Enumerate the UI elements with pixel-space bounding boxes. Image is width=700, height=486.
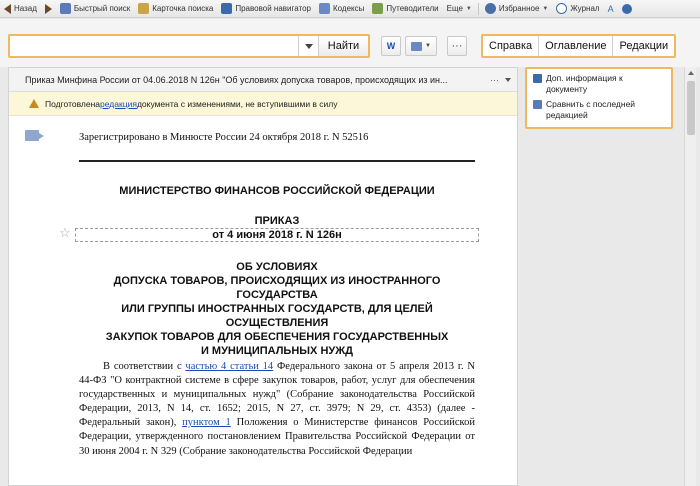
legal-navigator-icon [221, 3, 233, 14]
search-card-button[interactable]: Карточка поиска [134, 0, 217, 18]
help-button[interactable] [618, 0, 639, 18]
order-heading: ПРИКАЗ [254, 215, 300, 227]
forward-arrow-icon [44, 3, 52, 14]
chevron-down-icon: ▼ [465, 5, 472, 12]
tab-editions[interactable]: Редакции [613, 36, 674, 56]
registration-note: Зарегистрировано в Минюсте России 24 окт… [79, 132, 369, 143]
more-menu-button[interactable]: Еще ▼ [443, 0, 476, 18]
title-line: ДОПУСКА ТОВАРОВ, ПРОИСХОДЯЩИХ ИЗ ИНОСТРА… [113, 275, 441, 287]
main-toolbar: Назад Быстрый поиск Карточка поиска Прав… [0, 0, 700, 18]
document-divider [79, 160, 475, 162]
chevron-down-icon: ▼ [542, 5, 549, 12]
codes-icon [319, 3, 330, 14]
warning-icon [29, 99, 39, 108]
info-icon [533, 74, 542, 83]
chevron-down-icon [304, 43, 313, 49]
title-line: ОСУЩЕСТВЛЕНИЯ [225, 317, 329, 329]
clause-reference-link[interactable]: пунктом 1 [182, 417, 231, 428]
toolbar-divider [477, 2, 479, 15]
document-titlebar: Приказ Минфина России от 04.06.2018 N 12… [9, 68, 517, 92]
compare-icon [533, 100, 542, 109]
favorites-icon [484, 3, 496, 14]
scroll-thumb[interactable] [687, 81, 695, 135]
title-line: ОБ УСЛОВИЯХ [236, 261, 318, 273]
ministry-heading: МИНИСТЕРСТВО ФИНАНСОВ РОССИЙСКОЙ ФЕДЕРАЦ… [119, 185, 435, 197]
title-more-icon[interactable]: ··· [490, 75, 499, 85]
title-line: ИЛИ ГРУППЫ ИНОСТРАННЫХ ГОСУДАРСТВ, ДЛЯ Ц… [121, 303, 433, 315]
edition-link[interactable]: редакция [100, 99, 137, 109]
legal-navigator-button[interactable]: Правовой навигатор [217, 0, 315, 18]
scroll-up-button[interactable] [685, 67, 696, 79]
additional-info-link[interactable]: Доп. информация к документу [533, 73, 665, 95]
tab-contents[interactable]: Оглавление [539, 36, 614, 56]
find-button[interactable]: Найти [318, 36, 368, 56]
search-box: Найти [8, 34, 370, 58]
more-actions-button[interactable]: ··· [447, 36, 467, 56]
favorites-button[interactable]: Избранное ▼ [481, 0, 553, 18]
search-row: Найти W ▼ ··· Справка Оглавление Редакци… [0, 19, 700, 67]
guides-button[interactable]: Путеводители [368, 0, 442, 18]
font-size-button[interactable]: A [604, 0, 618, 18]
chevron-down-icon: ▼ [425, 43, 431, 49]
vertical-scrollbar[interactable] [684, 67, 696, 486]
title-line: ЗАКУПОК ТОВАРОВ ДЛЯ ОБЕСПЕЧЕНИЯ ГОСУДАРС… [105, 331, 449, 343]
back-arrow-icon [4, 3, 11, 14]
tab-reference[interactable]: Справка [483, 36, 540, 56]
journal-button[interactable]: Журнал [552, 0, 603, 18]
title-line: И МУНИЦИПАЛЬНЫХ НУЖД [200, 345, 354, 357]
help-icon [621, 3, 632, 14]
doc-tabs: Справка Оглавление Редакции [481, 34, 677, 58]
document-note-icon[interactable] [25, 130, 44, 141]
search-card-icon [138, 3, 150, 14]
quick-search-icon [59, 3, 71, 14]
guides-icon [372, 3, 384, 14]
forward-button[interactable] [41, 0, 56, 18]
search-input[interactable] [10, 36, 298, 56]
back-button[interactable]: Назад [0, 0, 41, 18]
title-line: ГОСУДАРСТВА [236, 289, 318, 301]
search-history-dropdown[interactable] [298, 36, 318, 56]
chevron-up-icon [687, 71, 694, 75]
print-menu-button[interactable]: ▼ [405, 36, 437, 56]
edition-warning: Подготовлена редакция документа с измене… [9, 92, 517, 116]
chevron-down-icon[interactable] [505, 77, 511, 82]
word-icon: W [386, 41, 396, 51]
document-title: Приказ Минфина России от 04.06.2018 N 12… [25, 74, 448, 85]
clock-icon [556, 3, 568, 14]
ellipsis-icon: ··· [451, 40, 463, 52]
compare-edition-link[interactable]: Сравнить с последней редакцией [533, 99, 665, 121]
document-panel: Приказ Минфина России от 04.06.2018 N 12… [8, 67, 518, 486]
star-icon[interactable]: ☆ [59, 226, 71, 240]
quick-search-button[interactable]: Быстрый поиск [56, 0, 134, 18]
side-info-panel: Доп. информация к документу Сравнить с п… [525, 67, 673, 129]
law-reference-link[interactable]: частью 4 статьи 14 [185, 361, 273, 372]
printer-icon [411, 41, 423, 51]
codes-button[interactable]: Кодексы [315, 0, 368, 18]
preamble-paragraph: В соответствии с частью 4 статьи 14 Феде… [79, 361, 475, 457]
order-date: от 4 июня 2018 г. N 126н [212, 229, 342, 241]
word-export-button[interactable]: W [381, 36, 401, 56]
